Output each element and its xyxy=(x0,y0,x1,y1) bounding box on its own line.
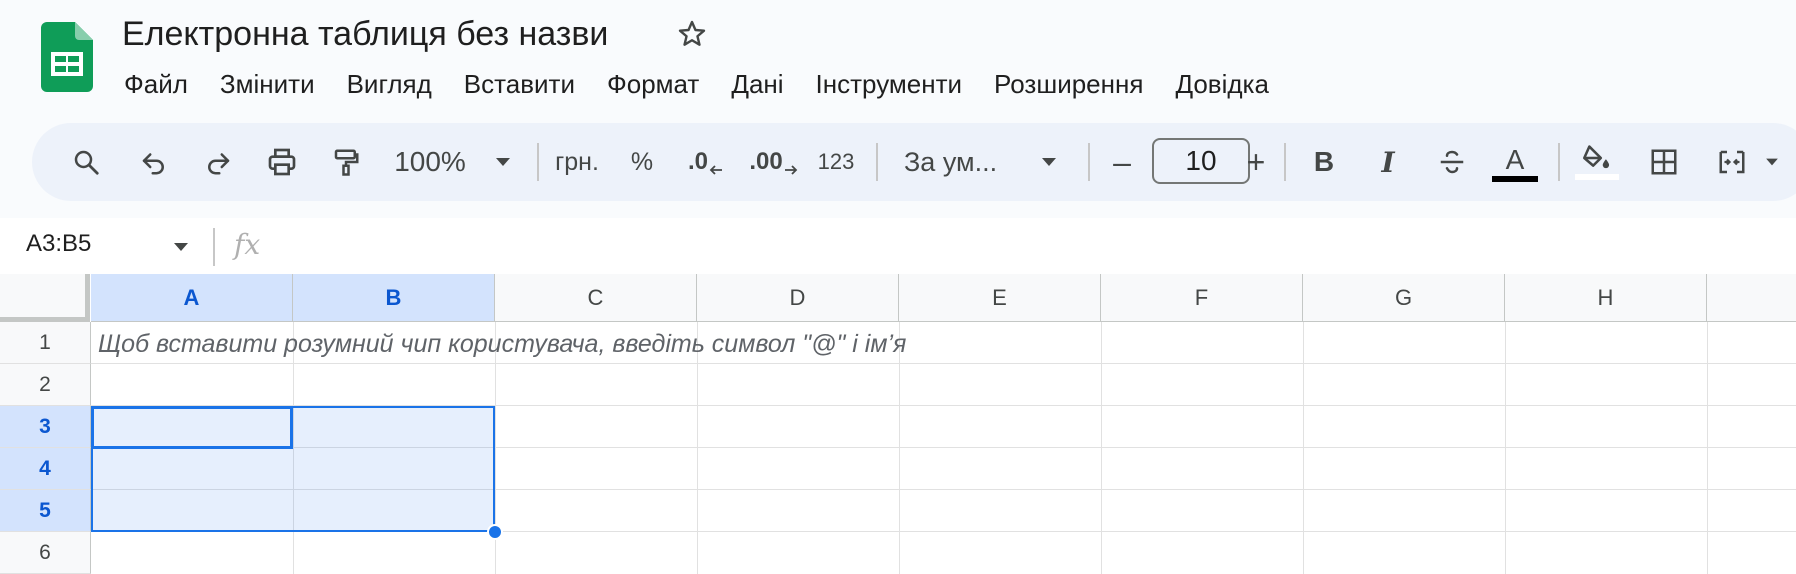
bold-icon: B xyxy=(1313,146,1335,177)
increase-decimal-label: .00 xyxy=(749,148,783,175)
row-header-3[interactable]: 3 xyxy=(0,406,91,448)
gridline xyxy=(1303,322,1304,574)
text-color-swatch xyxy=(1492,176,1538,182)
merge-cells-icon xyxy=(1719,150,1745,174)
name-box-dropdown-icon[interactable] xyxy=(172,240,190,258)
row-header-6[interactable]: 6 xyxy=(0,532,91,574)
fill-color-button[interactable] xyxy=(1574,123,1620,201)
document-title[interactable]: Електронна таблиця без назви xyxy=(122,14,608,54)
formula-bar xyxy=(0,218,1796,274)
zoom-value: 100% xyxy=(394,146,466,177)
search-icon[interactable] xyxy=(66,123,106,201)
menu-view[interactable]: Вигляд xyxy=(331,69,448,100)
text-color-button[interactable]: A xyxy=(1490,123,1540,201)
fill-color-swatch xyxy=(1575,174,1619,180)
font-family-value: За ум... xyxy=(904,146,998,177)
toolbar-divider xyxy=(876,143,878,181)
column-header-b[interactable]: B xyxy=(293,274,495,322)
column-header-partial[interactable] xyxy=(1707,274,1796,322)
toolbar-divider xyxy=(537,143,539,181)
percent-label: % xyxy=(630,147,654,176)
menu-tools[interactable]: Інструменти xyxy=(800,69,979,100)
column-header-e[interactable]: E xyxy=(899,274,1101,322)
column-header-a[interactable]: A xyxy=(91,274,293,322)
menu-file[interactable]: Файл xyxy=(108,69,204,100)
increase-decimal-button[interactable]: .00 xyxy=(748,123,800,201)
strikethrough-button[interactable] xyxy=(1434,123,1470,201)
active-cell[interactable] xyxy=(91,406,293,449)
borders-icon xyxy=(1651,149,1677,175)
italic-icon: I xyxy=(1381,145,1395,179)
gridline xyxy=(1505,322,1506,574)
fx-icon: fx xyxy=(234,228,261,261)
gridline xyxy=(899,322,900,574)
arrow-left-icon xyxy=(709,165,722,175)
row-header-1[interactable]: 1 xyxy=(0,322,91,364)
menu-edit[interactable]: Змінити xyxy=(204,69,331,100)
increase-font-size-button[interactable]: + xyxy=(1230,123,1266,201)
bold-button[interactable]: B xyxy=(1306,123,1342,201)
more-formats-button[interactable]: 123 xyxy=(814,123,858,201)
menu-extensions[interactable]: Розширення xyxy=(978,69,1159,100)
select-all-corner[interactable] xyxy=(0,274,90,322)
toolbar-divider xyxy=(1558,143,1560,181)
column-header-c[interactable]: C xyxy=(495,274,697,322)
fill-color-icon xyxy=(1583,145,1610,169)
column-header-h[interactable]: H xyxy=(1505,274,1707,322)
star-icon[interactable] xyxy=(676,18,708,50)
minus-icon: – xyxy=(1113,143,1131,180)
gridline xyxy=(91,363,1796,364)
decrease-decimal-button[interactable]: .0 xyxy=(684,123,728,201)
gridline xyxy=(1101,322,1102,574)
currency-format-button[interactable]: грн. xyxy=(548,123,606,201)
row-header-2[interactable]: 2 xyxy=(0,364,91,406)
paint-format-icon[interactable] xyxy=(326,123,366,201)
gridline xyxy=(697,322,698,574)
merge-dropdown-icon[interactable] xyxy=(1760,123,1784,201)
decrease-decimal-label: .0 xyxy=(687,148,708,175)
currency-label: грн. xyxy=(555,147,599,176)
spreadsheet-grid[interactable]: A B C D E F G H 1 2 3 4 5 6 Щоб вставити… xyxy=(0,274,1796,574)
italic-button[interactable]: I xyxy=(1370,123,1406,201)
number-format-label: 123 xyxy=(817,149,855,174)
formula-bar-divider xyxy=(213,228,215,266)
zoom-select[interactable]: 100% xyxy=(390,123,470,201)
sheets-logo[interactable] xyxy=(41,22,93,92)
toolbar-divider xyxy=(1284,143,1286,181)
menu-format[interactable]: Формат xyxy=(591,69,715,100)
percent-format-button[interactable]: % xyxy=(624,123,660,201)
redo-icon[interactable] xyxy=(198,123,238,201)
gridline xyxy=(1707,322,1708,574)
toolbar-divider xyxy=(1088,143,1090,181)
column-header-g[interactable]: G xyxy=(1303,274,1505,322)
undo-icon[interactable] xyxy=(134,123,174,201)
text-color-icon: A xyxy=(1505,144,1525,175)
zoom-dropdown-icon[interactable] xyxy=(488,123,518,201)
borders-button[interactable] xyxy=(1646,123,1682,201)
print-icon[interactable] xyxy=(262,123,302,201)
arrow-right-icon xyxy=(784,165,797,175)
row-header-4[interactable]: 4 xyxy=(0,448,91,490)
font-dropdown-icon[interactable] xyxy=(1034,123,1064,201)
merge-cells-button[interactable] xyxy=(1712,123,1752,201)
menu-bar: Файл Змінити Вигляд Вставити Формат Дані… xyxy=(108,64,1285,104)
smart-chip-hint: Щоб вставити розумний чип користувача, в… xyxy=(98,330,907,358)
decrease-font-size-button[interactable]: – xyxy=(1104,123,1140,201)
menu-help[interactable]: Довідка xyxy=(1159,69,1285,100)
column-header-d[interactable]: D xyxy=(697,274,899,322)
fill-handle[interactable] xyxy=(487,524,503,540)
strikethrough-icon xyxy=(1440,150,1464,174)
menu-data[interactable]: Дані xyxy=(715,69,799,100)
column-header-f[interactable]: F xyxy=(1101,274,1303,322)
font-family-select[interactable]: За ум... xyxy=(904,123,1024,201)
name-box[interactable]: A3:B5 xyxy=(26,230,91,258)
row-header-5[interactable]: 5 xyxy=(0,490,91,532)
plus-icon: + xyxy=(1246,143,1266,180)
menu-insert[interactable]: Вставити xyxy=(448,69,591,100)
